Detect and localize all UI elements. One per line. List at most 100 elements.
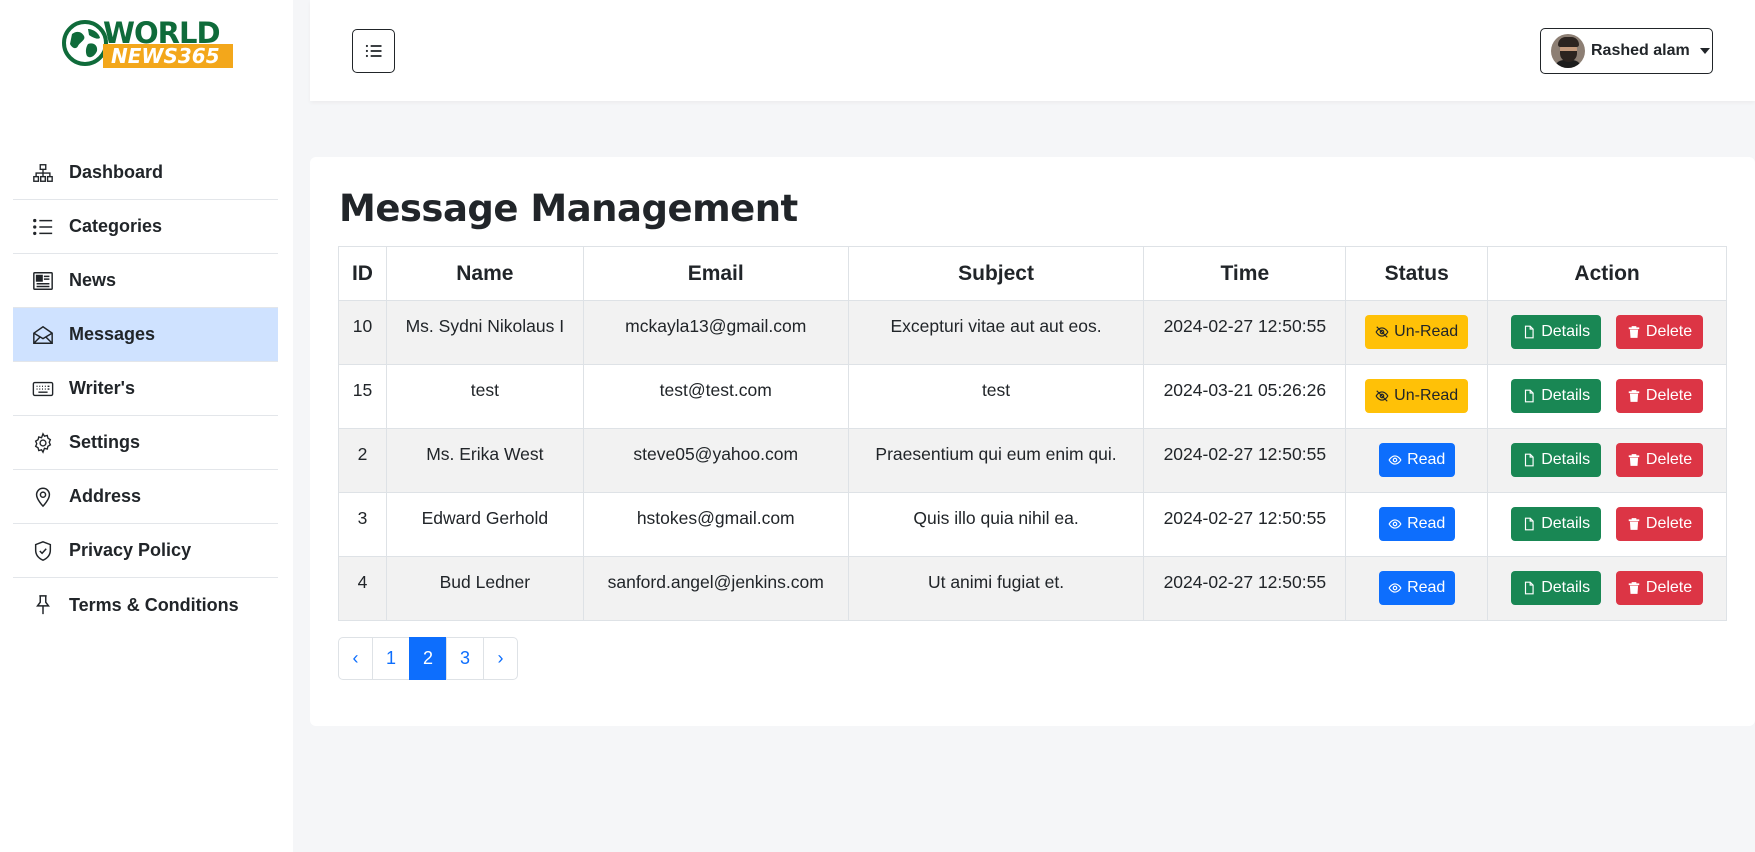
sidebar-item-label: Messages [69,324,156,344]
chevron-down-icon [1699,48,1710,54]
column-header-email: Email [582,246,849,301]
sidebar-item-categories[interactable]: Categories [13,200,278,254]
trash-icon [1628,518,1640,530]
gear-icon [31,431,55,455]
trash-icon [1628,582,1640,594]
status-label: Read [1407,579,1446,596]
details-label: Details [1541,579,1591,596]
cell-subject: Quis illo quia nihil ea. [847,492,1145,557]
delete-label: Delete [1645,515,1693,532]
details-label: Details [1541,323,1591,340]
file-icon [1525,581,1534,595]
cell-subject: Praesentium qui eum enim qui. [847,428,1145,493]
status-label: Read [1407,451,1446,468]
unread-status-button[interactable]: Un-Read [1365,315,1469,349]
column-header-time: Time [1143,246,1347,301]
delete-button[interactable]: Delete [1616,379,1704,413]
cell-email: mckayla13@gmail.com [582,300,849,365]
cell-status: Un-Read [1345,364,1489,429]
sidebar-toggle-button[interactable] [352,29,395,73]
eye-slash-icon [1375,326,1389,338]
sidebar-item-label: Categories [69,216,163,236]
column-header-action: Action [1487,246,1727,301]
file-icon [1525,517,1534,531]
cell-time: 2024-02-27 12:50:55 [1143,300,1347,365]
pagination-page-1[interactable]: 1 [372,637,410,680]
cell-email: steve05@yahoo.com [582,428,849,493]
sidebar-item-settings[interactable]: Settings [13,416,278,470]
cell-status: Read [1345,492,1489,557]
eye-slash-icon [1375,390,1389,402]
delete-label: Delete [1645,451,1693,468]
cell-time: 2024-03-21 05:26:26 [1143,364,1347,429]
delete-label: Delete [1645,323,1693,340]
messages-table: ID Name Email Subject Time Status Action… [338,246,1727,621]
delete-label: Delete [1645,579,1693,596]
sidebar-item-label: Address [69,486,142,506]
details-button[interactable]: Details [1511,379,1602,413]
cell-subject: test [847,364,1145,429]
cell-subject: Excepturi vitae aut aut eos. [847,300,1145,365]
shield-check-icon [31,539,55,563]
status-label: Un-Read [1394,323,1459,340]
details-button[interactable]: Details [1511,315,1602,349]
sidebar-item-privacy-policy[interactable]: Privacy Policy [13,524,278,578]
delete-button[interactable]: Delete [1616,571,1704,605]
read-status-button[interactable]: Read [1378,443,1455,477]
file-icon [1525,325,1534,339]
table-row: 2 Ms. Erika West steve05@yahoo.com Praes… [338,428,1727,493]
sidebar-item-writers[interactable]: Writer's [13,362,278,416]
cell-email: sanford.angel@jenkins.com [582,556,849,621]
table-row: 4 Bud Ledner sanford.angel@jenkins.com U… [338,556,1727,621]
sitemap-icon [31,161,55,185]
read-status-button[interactable]: Read [1378,571,1455,605]
file-icon [1525,453,1534,467]
cell-action: Details Delete [1487,428,1727,493]
sidebar-item-news[interactable]: News [13,254,278,308]
unread-status-button[interactable]: Un-Read [1365,379,1469,413]
cell-action: Details Delete [1487,364,1727,429]
column-header-status: Status [1345,246,1489,301]
cell-status: Read [1345,428,1489,493]
pagination-page-3[interactable]: 3 [446,637,484,680]
brand-line2: NEWS365 [103,44,233,68]
eye-icon [1388,519,1402,529]
delete-label: Delete [1645,387,1693,404]
details-button[interactable]: Details [1511,507,1602,541]
details-button[interactable]: Details [1511,571,1602,605]
cell-email: test@test.com [582,364,849,429]
cell-time: 2024-02-27 12:50:55 [1143,556,1347,621]
trash-icon [1628,454,1640,466]
pagination-page-2[interactable]: 2 [409,637,447,680]
user-menu-button[interactable]: Rashed alam [1540,28,1713,74]
cell-name: Edward Gerhold [385,492,584,557]
cell-id: 10 [338,300,387,365]
sidebar-item-label: Terms & Conditions [69,594,239,615]
newspaper-icon [31,269,55,293]
pagination-prev[interactable]: ‹ [338,637,373,680]
sidebar-item-messages[interactable]: Messages [13,308,278,362]
cell-action: Details Delete [1487,300,1727,365]
brand-logo[interactable]: WORLD NEWS365 [60,18,236,70]
sidebar-item-label: News [69,270,117,290]
delete-button[interactable]: Delete [1616,507,1704,541]
cell-time: 2024-02-27 12:50:55 [1143,492,1347,557]
delete-button[interactable]: Delete [1616,315,1704,349]
pagination-next[interactable]: › [483,637,518,680]
sidebar: WORLD NEWS365 Dashboard Categories News [0,0,293,852]
cell-status: Read [1345,556,1489,621]
details-label: Details [1541,515,1591,532]
trash-icon [1628,390,1640,402]
table-row: 10 Ms. Sydni Nikolaus I mckayla13@gmail.… [338,300,1727,365]
details-button[interactable]: Details [1511,443,1602,477]
sidebar-item-terms-conditions[interactable]: Terms & Conditions [13,578,278,632]
sidebar-item-label: Settings [69,432,141,452]
table-row: 15 test test@test.com test 2024-03-21 05… [338,364,1727,429]
status-label: Read [1407,515,1446,532]
read-status-button[interactable]: Read [1378,507,1455,541]
globe-icon [62,20,108,66]
delete-button[interactable]: Delete [1616,443,1704,477]
sidebar-item-address[interactable]: Address [13,470,278,524]
sidebar-item-dashboard[interactable]: Dashboard [13,146,278,200]
pagination: ‹ 1 2 3 › [338,637,518,680]
